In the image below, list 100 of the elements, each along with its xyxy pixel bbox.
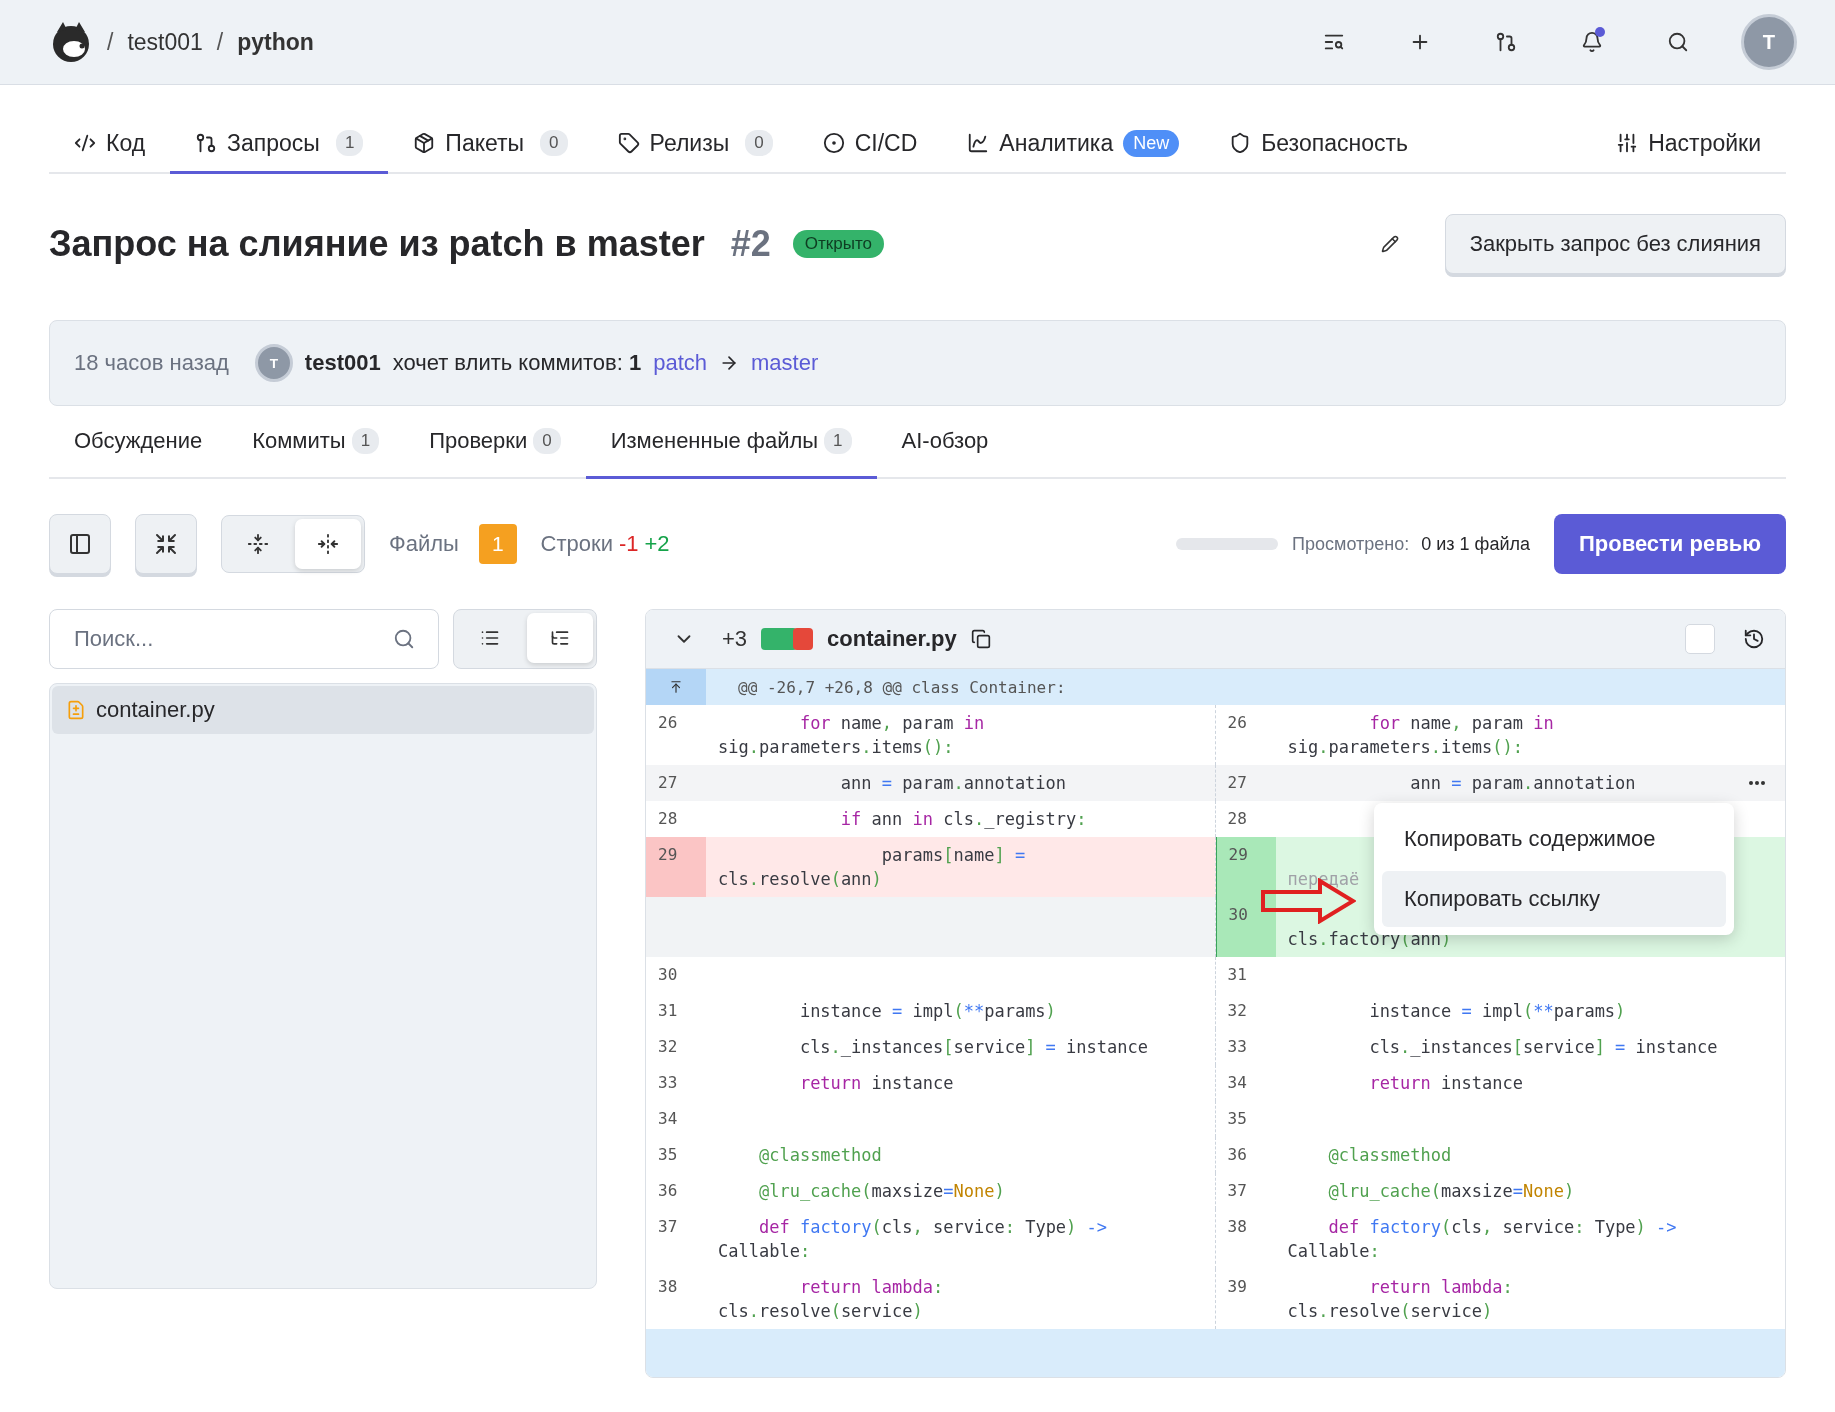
nav-tab[interactable]: Аналитика New — [942, 115, 1205, 174]
pull-request-icon — [195, 132, 218, 154]
tree-icon — [550, 628, 570, 648]
new-badge: New — [1123, 129, 1180, 157]
history-icon — [1743, 628, 1765, 650]
line-number: 35 — [657, 1144, 679, 1166]
nav-tab-label: Запросы — [227, 129, 320, 157]
file-name: container.py — [96, 697, 215, 723]
code-line: return instance — [1368, 1072, 1523, 1095]
file-view-button[interactable] — [527, 613, 593, 663]
line-number: 37 — [657, 1216, 679, 1238]
sub-tab[interactable]: Измененные файлы 1 — [585, 406, 877, 479]
line-number: 31 — [1226, 964, 1248, 986]
pencil-icon — [1380, 235, 1399, 253]
status-badge: Открыто — [792, 230, 884, 258]
code-line: instance = impl(**params) — [1368, 1000, 1626, 1023]
line-number: 38 — [657, 1276, 679, 1298]
breadcrumb-separator: / — [107, 28, 114, 56]
sub-tab[interactable]: Коммиты 1 — [227, 406, 405, 479]
file-tree-item[interactable]: container.py — [52, 686, 594, 734]
files-count: 1 — [478, 524, 517, 564]
chart-icon — [967, 132, 990, 154]
breadcrumb-link[interactable]: test001 — [127, 28, 203, 56]
code-icon — [74, 132, 96, 154]
files-label: Файлы — [389, 531, 459, 557]
file-diff-icon — [66, 700, 86, 720]
target-branch-link[interactable]: master — [751, 350, 819, 376]
line-number: 29 — [1227, 844, 1249, 866]
list-icon — [480, 628, 500, 648]
code-line: @lru_cache(maxsize=None) — [757, 1180, 1005, 1203]
nav-tab[interactable]: Пакеты 0 — [388, 115, 593, 174]
nav-tab[interactable]: Настройки — [1591, 115, 1786, 174]
nav-tab-label: CI/CD — [854, 129, 918, 157]
hunk-header: @@ -26,7 +26,8 @@ class Container: — [738, 677, 1066, 697]
line-number: 35 — [1226, 1108, 1248, 1130]
code-line: ann = param.annotation — [1409, 772, 1636, 795]
sub-tab[interactable]: Обсуждение — [49, 406, 228, 479]
line-number: 39 — [1226, 1276, 1248, 1298]
removed-count: -1 — [618, 531, 639, 557]
sub-tab-label: AI-обзор — [901, 428, 989, 454]
review-button[interactable]: Провести ревью — [1553, 514, 1786, 574]
panel-left-icon — [68, 532, 92, 556]
nav-tab-label: Аналитика — [999, 129, 1114, 157]
code-line: def factory(cls, service: Type) -> Callable: — [717, 1216, 1109, 1263]
nav-tab-label: Безопасность — [1261, 129, 1408, 157]
line-number: 30 — [1227, 904, 1249, 926]
line-number: 37 — [1226, 1180, 1248, 1202]
code-line: return instance — [798, 1072, 954, 1095]
package-icon — [413, 132, 436, 154]
line-number: 30 — [657, 964, 679, 986]
line-number: 33 — [1226, 1036, 1248, 1058]
author-name[interactable]: test001 — [304, 350, 381, 376]
line-number: 38 — [1226, 1216, 1248, 1238]
source-branch-link[interactable]: patch — [653, 350, 708, 376]
page-title: Запрос на слияние из patch в master — [49, 223, 705, 265]
breadcrumb-link[interactable]: python — [237, 28, 314, 56]
request-number: #2 — [730, 223, 771, 265]
line-number: 34 — [657, 1108, 679, 1130]
sub-tab[interactable]: Проверки 0 — [404, 406, 586, 479]
sidebar-toggle-button[interactable] — [49, 514, 111, 574]
count-badge: 0 — [745, 130, 773, 156]
nav-tab[interactable]: Безопасность — [1204, 115, 1433, 174]
code-line: @lru_cache(maxsize=None) — [1327, 1180, 1575, 1203]
code-line: ann = param.annotation — [839, 772, 1067, 795]
close-request-button[interactable]: Закрыть запрос без слияния — [1444, 214, 1786, 274]
expand-up-icon — [669, 680, 683, 694]
more-button[interactable] — [1749, 781, 1765, 785]
file-search-field[interactable]: Поиск... — [49, 609, 439, 669]
sub-tab-label: Измененные файлы — [610, 428, 819, 454]
nav-tab[interactable]: Релизы 0 — [592, 115, 798, 174]
line-number: 34 — [1226, 1072, 1248, 1094]
line-number: 31 — [657, 1000, 679, 1022]
search-icon — [1667, 31, 1689, 53]
line-number: 32 — [1226, 1000, 1248, 1022]
menu-item[interactable]: Копировать ссылку — [1382, 871, 1726, 927]
line-number: 29 — [657, 844, 679, 866]
nav-tab[interactable]: Запросы 1 — [170, 115, 389, 174]
nav-tab[interactable]: CI/CD — [797, 115, 943, 174]
count-badge: 1 — [351, 428, 380, 454]
nav-tab-label: Пакеты — [445, 129, 525, 157]
bell-icon — [1581, 31, 1603, 53]
nav-tab[interactable]: Код — [49, 115, 171, 174]
tag-icon — [617, 132, 640, 154]
sub-tab[interactable]: AI-обзор — [876, 406, 1014, 479]
nav-tab-label: Настройки — [1648, 129, 1761, 157]
viewed-checkbox[interactable] — [1685, 624, 1715, 654]
view-mode-button[interactable] — [295, 519, 361, 569]
split-view-icon — [317, 533, 339, 555]
line-number: 27 — [657, 772, 679, 794]
viewed-label: Просмотрено: — [1292, 533, 1410, 555]
count-badge: 0 — [533, 428, 561, 454]
search-icon — [393, 628, 415, 650]
code-line: @classmethod — [757, 1144, 882, 1167]
added-count: +2 — [644, 531, 670, 557]
unified-view-icon — [247, 533, 269, 555]
line-number: 26 — [1226, 712, 1248, 734]
menu-item[interactable]: Копировать содержимое — [1382, 811, 1726, 867]
sub-tab-label: Обсуждение — [74, 428, 203, 454]
collapse-button[interactable] — [135, 514, 197, 574]
line-number: 27 — [1226, 772, 1248, 794]
